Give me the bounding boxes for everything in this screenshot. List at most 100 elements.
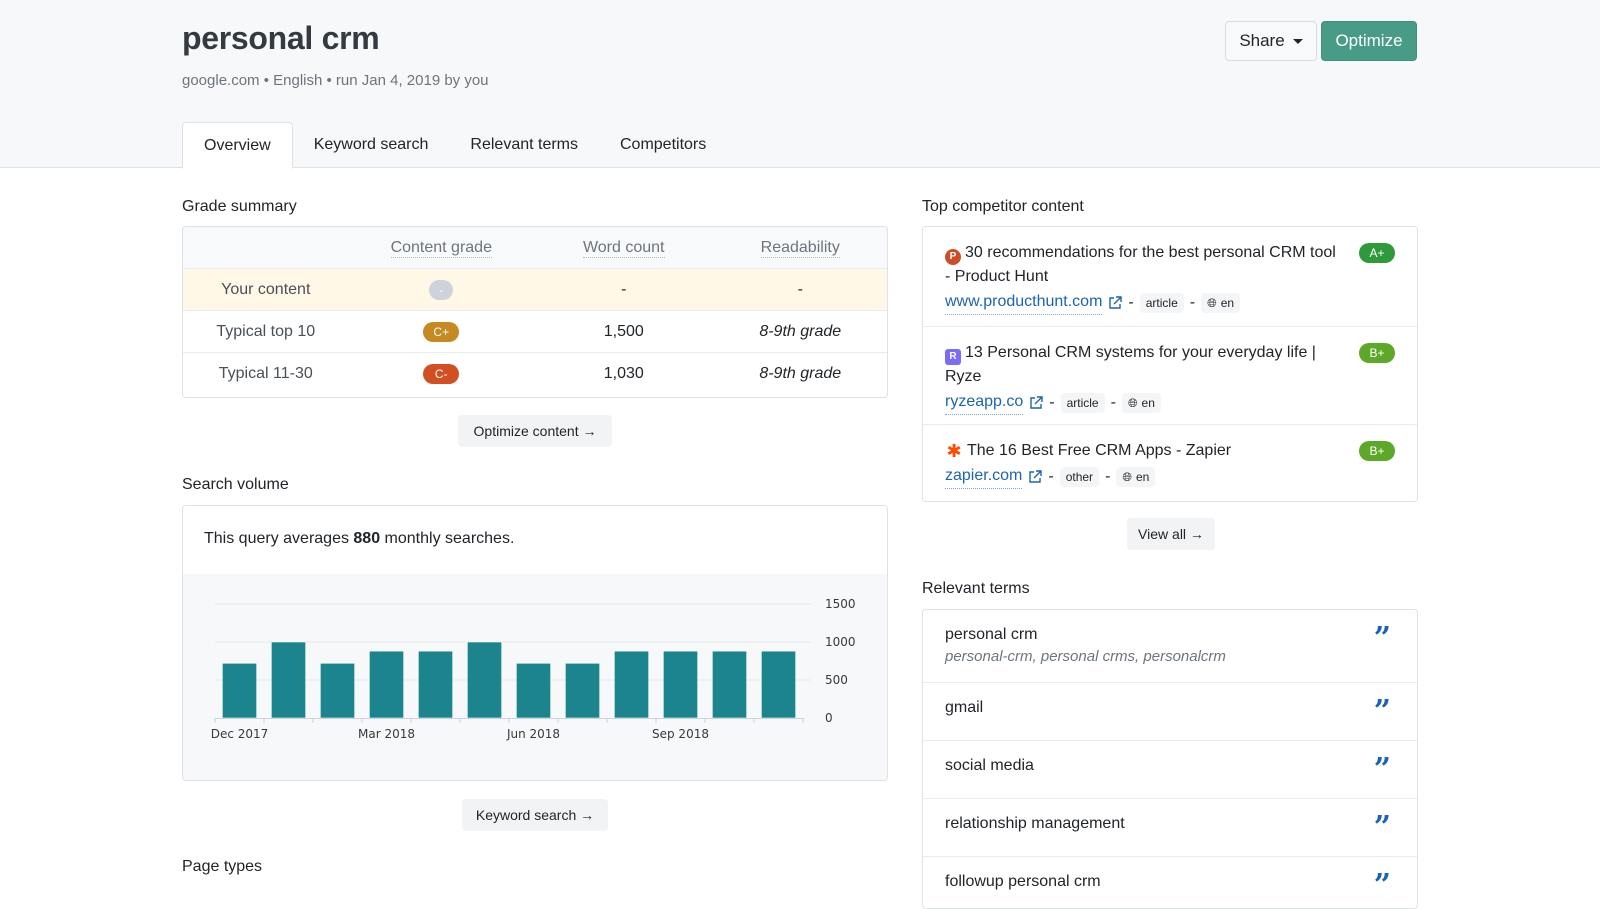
readability-cell: 8-9th grade [759,322,842,340]
row-label: Typical top 10 [216,322,316,340]
optimize-button[interactable]: Optimize [1321,21,1417,61]
quote-icon[interactable]: ” [1374,697,1391,727]
grade-badge: C+ [423,321,460,342]
bar-feb-2018[interactable] [320,662,355,719]
y-tick-label: 500 [825,673,848,687]
bar-jan-2018[interactable] [271,641,306,719]
competitor-link[interactable]: www.producthunt.com [945,290,1103,315]
bar-jul-2018[interactable] [565,662,600,719]
header-word-count[interactable]: Word count [582,238,665,258]
bar-mar-2018[interactable] [369,650,404,719]
term-name: personal crm [945,626,1038,643]
language-text: en [1220,295,1235,310]
term-name: social media [945,757,1034,774]
competitor-title[interactable]: ✱ The 16 Best Free CRM Apps - Zapier [945,439,1345,463]
grade-badge: B+ [1359,441,1395,461]
competitor-link[interactable]: ryzeapp.co [945,390,1024,415]
competitor-title[interactable]: R 13 Personal CRM systems for your everyd… [945,341,1345,389]
bar-jun-2018[interactable] [516,662,551,719]
external-link-icon[interactable] [1028,469,1043,484]
x-tick-label: Sep 2018 [652,727,709,741]
x-tick-label: Mar 2018 [358,727,415,741]
summary-text-prefix: This query averages [204,530,354,547]
tab-overview[interactable]: Overview [182,122,293,169]
readability-cell: 8-9th grade [759,365,842,382]
x-tick-label: Jun 2018 [506,727,560,741]
term-item: social media ” [923,741,1417,799]
term-name: relationship management [945,815,1125,832]
term-name: gmail [945,699,984,716]
bar-nov-2018[interactable] [761,650,796,719]
row-label: Your content [221,280,311,298]
separator: - [1105,467,1111,485]
table-row-typical-top-10: Typical top 10 C+ 1,500 8-9th grade [183,311,887,353]
bar-may-2018[interactable] [467,641,502,719]
competitor-meta: www.producthunt.com - article - 🌐︎ en [945,290,1345,315]
term-item: gmail ” [923,683,1417,741]
optimize-content-button[interactable]: Optimize content → [458,415,612,447]
term-item: relationship management ” [923,799,1417,857]
bar-aug-2018[interactable] [614,650,649,719]
external-link-icon[interactable] [1029,395,1043,410]
keyword-search-button[interactable]: Keyword search → [462,799,608,831]
separator: - [1110,393,1116,411]
bar-chart-svg: 0 500 1000 1500 Dec 2017 Mar 2018 Jun 2018 Sep … [211,597,856,741]
language-text: en [1136,469,1150,484]
quote-icon[interactable]: ” [1374,871,1391,901]
readability-cell: - [797,280,803,298]
term-name: followup personal crm [945,873,1101,890]
competitor-list: P 30 recommendations for the best persona… [922,226,1418,502]
bar-sep-2018[interactable] [663,650,698,719]
competitor-meta: zapier.com - other - 🌐︎ en [945,464,1345,489]
tab-competitors[interactable]: Competitors [599,122,727,168]
average-searches-value: 880 [353,530,381,547]
page-header: personal crm google.com • English • run … [0,0,1600,169]
globe-icon: 🌐︎ [1127,395,1138,410]
tab-keyword-search[interactable]: Keyword search [293,122,450,168]
producthunt-favicon-icon: P [945,249,961,265]
separator: - [1049,393,1055,411]
search-volume-summary: This query averages 880 monthly searches… [183,506,887,574]
grade-badge: C- [423,364,460,384]
header-content-grade[interactable]: Content grade [390,238,492,258]
page-types-title: Page types [182,858,263,875]
bar-apr-2018[interactable] [418,650,453,719]
header-readability[interactable]: Readability [760,238,840,258]
grade-badge: - [429,279,454,300]
share-label: Share [1239,31,1285,50]
table-row-typical-11-30: Typical 11-30 C- 1,030 8-9th grade [183,353,887,395]
quote-icon[interactable]: ” [1374,624,1391,654]
quote-icon[interactable]: ” [1374,755,1391,785]
quote-icon[interactable]: ” [1374,813,1391,843]
bar-oct-2018[interactable] [712,650,747,719]
view-all-button[interactable]: View all → [1127,518,1215,550]
term-item: personal crm personal-crm, personal crms… [923,610,1417,683]
zapier-favicon-icon: ✱ [946,441,962,461]
separator: - [1048,467,1054,485]
competitors-title: Top competitor content [922,198,1084,215]
term-item: followup personal crm ” [923,857,1417,908]
competitor-title-text: The 16 Best Free CRM Apps - Zapier [967,442,1232,459]
language-text: en [1141,395,1155,410]
bar-dec-2017[interactable] [222,662,257,719]
term-variants: personal-crm, personal crms, personalcrm [945,648,1226,665]
grade-summary-title: Grade summary [182,198,297,215]
share-button[interactable]: Share [1225,21,1317,61]
external-link-icon[interactable] [1108,295,1123,310]
row-label: Typical 11-30 [218,365,313,382]
separator: - [1189,293,1196,311]
competitor-link[interactable]: zapier.com [945,464,1023,489]
grade-badge: A+ [1359,243,1395,263]
globe-icon: 🌐︎ [1207,295,1217,310]
word-count-cell: - [621,280,627,298]
competitor-title[interactable]: P 30 recommendations for the best persona… [945,241,1345,289]
tab-relevant-terms[interactable]: Relevant terms [449,122,599,168]
language-pill: 🌐︎ en [1116,466,1156,487]
y-tick-label: 1500 [825,597,856,611]
table-header-row: Content grade Word count Readability [183,227,887,269]
relevant-terms-title: Relevant terms [922,580,1030,597]
page-type-pill: other [1059,466,1100,487]
caret-down-icon [1292,38,1303,44]
search-volume-title: Search volume [182,476,289,493]
x-tick-label: Dec 2017 [211,727,269,741]
